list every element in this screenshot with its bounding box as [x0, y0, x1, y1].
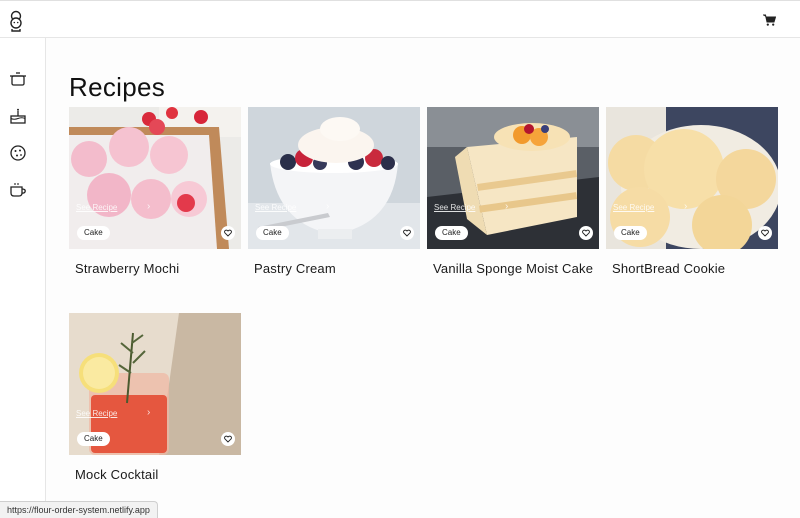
status-bar-url: https://flour-order-system.netlify.app [0, 501, 158, 518]
recipe-card[interactable]: See Recipe › Cake Pastry Cream [248, 107, 420, 278]
recipe-image[interactable]: See Recipe › Cake [427, 107, 599, 249]
chef-icon[interactable] [6, 10, 26, 32]
chevron-right-icon[interactable]: › [684, 201, 687, 212]
cart-icon[interactable] [763, 14, 776, 26]
chevron-right-icon[interactable]: › [147, 201, 150, 212]
recipe-image[interactable]: See Recipe › Cake [69, 313, 241, 455]
see-recipe-link[interactable]: See Recipe [255, 203, 296, 212]
recipe-name[interactable]: Strawberry Mochi [69, 259, 241, 278]
cookie-icon[interactable] [9, 144, 27, 162]
category-badge: Cake [77, 226, 110, 240]
see-recipe-link[interactable]: See Recipe [613, 203, 654, 212]
recipe-image[interactable]: See Recipe › Cake [606, 107, 778, 249]
recipe-card[interactable]: See Recipe › Cake Strawberry Mochi [69, 107, 241, 278]
chevron-right-icon[interactable]: › [505, 201, 508, 212]
top-bar [0, 0, 800, 38]
chevron-right-icon[interactable]: › [326, 201, 329, 212]
category-badge: Cake [435, 226, 468, 240]
see-recipe-link[interactable]: See Recipe [76, 409, 117, 418]
cake-icon[interactable] [9, 107, 27, 125]
recipe-name[interactable]: ShortBread Cookie [606, 259, 778, 278]
heart-icon[interactable] [758, 226, 772, 240]
category-badge: Cake [256, 226, 289, 240]
page-title: Recipes [69, 72, 166, 102]
recipe-name[interactable]: Pastry Cream [248, 259, 420, 278]
heart-icon[interactable] [400, 226, 414, 240]
category-badge: Cake [77, 432, 110, 446]
see-recipe-link[interactable]: See Recipe [434, 203, 475, 212]
sidebar [0, 38, 46, 518]
recipe-card[interactable]: See Recipe › Cake ShortBread Cookie [606, 107, 778, 278]
cup-icon[interactable] [9, 181, 27, 199]
category-badge: Cake [614, 226, 647, 240]
recipe-card[interactable]: See Recipe › Cake Vanilla Sponge Moist C… [427, 107, 599, 278]
recipe-card[interactable]: See Recipe › Cake Mock Cocktail [69, 313, 241, 484]
recipe-name[interactable]: Mock Cocktail [69, 465, 241, 484]
recipe-image[interactable]: See Recipe › Cake [69, 107, 241, 249]
recipe-image[interactable]: See Recipe › Cake [248, 107, 420, 249]
heart-icon[interactable] [221, 432, 235, 446]
pot-icon[interactable] [9, 70, 27, 88]
heart-icon[interactable] [579, 226, 593, 240]
chevron-right-icon[interactable]: › [147, 407, 150, 418]
heart-icon[interactable] [221, 226, 235, 240]
see-recipe-link[interactable]: See Recipe [76, 203, 117, 212]
recipe-name[interactable]: Vanilla Sponge Moist Cake [427, 259, 599, 278]
